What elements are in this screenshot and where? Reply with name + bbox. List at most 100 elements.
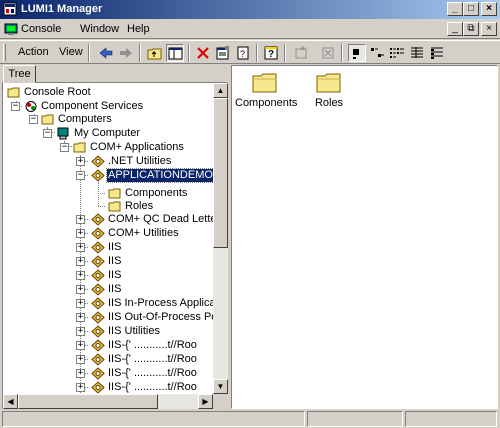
tree-node-com-application[interactable]: + COM+ Utilities — [3, 227, 213, 241]
tree-node-applicationdemo[interactable]: − APPLICATIONDEMO — [3, 168, 213, 183]
expand-toggle[interactable]: + — [76, 369, 85, 378]
collapse-toggle[interactable]: − — [11, 102, 20, 111]
expand-toggle[interactable]: + — [76, 355, 85, 364]
maximize-button[interactable]: □ — [463, 2, 479, 16]
tree-node-components[interactable]: Components — [3, 187, 203, 201]
tree-node-com-application[interactable]: + IIS — [3, 283, 213, 297]
scroll-thumb[interactable] — [18, 394, 158, 409]
delete-icon[interactable] — [194, 44, 212, 62]
com-application-icon — [91, 241, 105, 254]
tree-node-com-application[interactable]: + IIS-{' ...........t//Roo — [3, 381, 213, 394]
expand-toggle[interactable]: + — [76, 257, 85, 266]
properties-icon[interactable] — [214, 44, 232, 62]
child-minimize-button[interactable]: _ — [447, 22, 463, 36]
forward-arrow-icon[interactable] — [117, 44, 135, 62]
tree-node-com-application[interactable]: + IIS Utilities — [3, 325, 213, 339]
minimize-button[interactable]: _ — [447, 2, 463, 16]
tree-vertical-scrollbar[interactable]: ▲ ▼ — [213, 83, 228, 394]
child-restore-button[interactable]: ⧉ — [463, 22, 479, 36]
expand-toggle[interactable]: + — [76, 271, 85, 280]
result-item-roles[interactable]: Roles — [299, 71, 359, 109]
com-application-icon — [91, 311, 105, 324]
tree-node-com-application[interactable]: + IIS In-Process Application — [3, 297, 213, 311]
result-pane[interactable]: Components Roles — [231, 65, 498, 409]
tree-node-com-application[interactable]: + IIS-{' ...........t//Roo — [3, 353, 213, 367]
status-cell — [307, 411, 403, 427]
expand-toggle[interactable]: + — [76, 285, 85, 294]
help-icon[interactable]: ? — [262, 44, 280, 62]
result-item-components[interactable]: Components — [235, 71, 297, 109]
folder-icon — [73, 142, 86, 153]
tab-tree[interactable]: Tree — [3, 65, 36, 83]
console-icon[interactable] — [4, 22, 18, 36]
filter-icon[interactable] — [428, 44, 446, 62]
toolbar-grip[interactable] — [3, 44, 6, 61]
collapse-toggle[interactable]: − — [60, 143, 69, 152]
expand-toggle[interactable]: + — [76, 215, 85, 224]
scroll-left-button[interactable]: ◀ — [3, 394, 18, 409]
com-application-icon — [91, 227, 105, 240]
collapse-toggle[interactable]: − — [29, 115, 38, 124]
scroll-thumb[interactable] — [213, 98, 228, 248]
tree-node-com-application[interactable]: + IIS — [3, 269, 213, 283]
tree-node-com-application[interactable]: + IIS-{' ...........t//Roo — [3, 339, 213, 353]
expand-toggle[interactable]: + — [76, 383, 85, 392]
svg-text:?: ? — [268, 49, 274, 60]
print-icon[interactable]: ? — [234, 44, 252, 62]
export-list-icon[interactable] — [319, 44, 337, 62]
expand-toggle[interactable]: + — [76, 157, 85, 166]
collapse-toggle[interactable]: − — [76, 171, 85, 180]
com-application-icon — [91, 297, 105, 310]
tree-node-com-application[interactable]: + IIS-{' ...........t//Roo — [3, 367, 213, 381]
com-application-icon — [91, 325, 105, 338]
tree-node-computers[interactable]: − Computers — [3, 113, 203, 127]
tree-node-com-application[interactable]: + COM+ QC Dead Letter Qu — [3, 213, 213, 227]
tree-node-label: IIS-{' ...........t//Roo — [108, 353, 197, 365]
tree-node-com-applications[interactable]: − COM+ Applications — [3, 141, 203, 155]
show-hide-tree-icon[interactable] — [166, 44, 184, 62]
scroll-right-button[interactable]: ▶ — [198, 394, 213, 409]
component-services-icon — [25, 101, 37, 112]
expand-toggle[interactable]: + — [76, 229, 85, 238]
tree-node-com-application[interactable]: + IIS — [3, 241, 213, 255]
status-cell-main — [2, 411, 305, 427]
view-menu[interactable]: View — [59, 46, 83, 58]
list-view-icon[interactable] — [388, 44, 406, 62]
tree-node-roles[interactable]: Roles — [3, 200, 203, 214]
result-item-label: Roles — [314, 97, 344, 109]
tree-view[interactable]: Console Root − Component Services − Comp… — [3, 83, 213, 394]
tree-pane[interactable]: Console Root − Component Services − Comp… — [2, 82, 228, 409]
toolbar-separator — [88, 44, 90, 62]
large-icons-view-icon[interactable] — [348, 44, 366, 62]
tree-node-label: Console Root — [24, 86, 91, 98]
tree-node-component-services[interactable]: − Component Services — [3, 100, 203, 114]
menu-window[interactable]: Window — [80, 23, 119, 35]
com-application-icon — [91, 155, 105, 168]
expand-toggle[interactable]: + — [76, 299, 85, 308]
expand-toggle[interactable]: + — [76, 243, 85, 252]
detail-view-icon[interactable] — [408, 44, 426, 62]
child-close-button[interactable]: × — [481, 22, 497, 36]
close-button[interactable]: × — [481, 2, 497, 16]
action-menu[interactable]: Action — [18, 46, 49, 58]
scroll-up-button[interactable]: ▲ — [213, 83, 228, 98]
expand-toggle[interactable]: + — [76, 327, 85, 336]
title-bar: LUMI1 Manager _ □ × — [0, 0, 500, 19]
tree-horizontal-scrollbar[interactable]: ◀ ▶ — [3, 394, 213, 409]
scroll-down-button[interactable]: ▼ — [213, 379, 228, 394]
back-arrow-icon[interactable] — [97, 44, 115, 62]
expand-toggle[interactable]: + — [76, 313, 85, 322]
tree-node-console-root[interactable]: Console Root — [3, 86, 203, 100]
tree-node-com-application[interactable]: + IIS Out-Of-Process Poole — [3, 311, 213, 325]
menu-console[interactable]: Console — [21, 23, 61, 35]
menu-help[interactable]: Help — [127, 23, 150, 35]
up-one-level-icon[interactable] — [146, 44, 164, 62]
tree-node-my-computer[interactable]: − My Computer — [3, 127, 203, 141]
tree-node-com-application[interactable]: + .NET Utilities — [3, 155, 213, 169]
small-icons-view-icon[interactable] — [368, 44, 386, 62]
new-window-icon[interactable] — [292, 44, 310, 62]
com-application-icon — [91, 353, 105, 366]
expand-toggle[interactable]: + — [76, 341, 85, 350]
collapse-toggle[interactable]: − — [43, 129, 52, 138]
tree-node-com-application[interactable]: + IIS — [3, 255, 213, 269]
